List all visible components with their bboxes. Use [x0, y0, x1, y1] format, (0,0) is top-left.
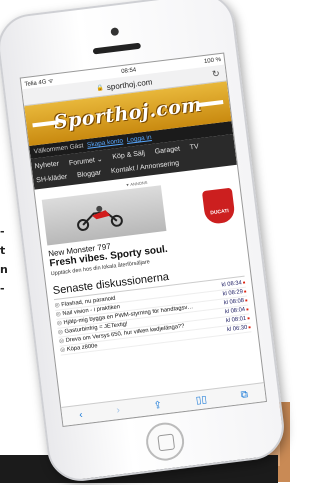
- home-button[interactable]: [143, 420, 187, 463]
- nav-item-news[interactable]: Nyheter: [34, 160, 59, 171]
- url-text: sporthoj.com: [106, 77, 153, 92]
- tabs-icon[interactable]: ⧉: [240, 389, 248, 401]
- speaker-icon: [92, 42, 142, 55]
- lock-icon: 🔒: [96, 84, 105, 92]
- page-content: ▼ ANNONS New Monster 797 Fresh vibes. Sp…: [34, 165, 257, 361]
- battery: 100 %: [203, 56, 222, 65]
- nav-item-clothes[interactable]: SH-kläder: [36, 174, 68, 185]
- phone: Telia 4G ᯤ 08:54 100 % 🔒 sporthoj.com ↻ …: [0, 0, 288, 485]
- reload-icon[interactable]: ↻: [211, 68, 220, 80]
- motorcycle-icon: [77, 205, 123, 231]
- camera-icon: [110, 27, 120, 37]
- nav-item-garage[interactable]: Garaget: [154, 146, 180, 157]
- browser-toolbar: ‹ › ⇪ ▯▯ ⧉: [61, 382, 266, 426]
- login-link[interactable]: Logga in: [126, 134, 152, 144]
- nav-item-forum[interactable]: Forumet ⌄: [69, 155, 103, 167]
- phone-screen: Telia 4G ᯤ 08:54 100 % 🔒 sporthoj.com ↻ …: [19, 52, 268, 427]
- back-icon[interactable]: ‹: [79, 409, 84, 420]
- nav-item-blogs[interactable]: Bloggar: [77, 169, 102, 179]
- forward-icon[interactable]: ›: [116, 404, 121, 415]
- side-text-line: n: [0, 263, 8, 276]
- bookmarks-icon[interactable]: ▯▯: [195, 394, 207, 406]
- side-text: - t n -: [0, 222, 20, 298]
- side-text-line: -: [0, 225, 5, 238]
- nav-item-tv[interactable]: TV: [189, 143, 199, 152]
- side-text-line: t: [0, 244, 6, 257]
- clock: 08:54: [120, 66, 137, 75]
- side-text-line: -: [0, 282, 5, 295]
- phone-body: Telia 4G ᯤ 08:54 100 % 🔒 sporthoj.com ↻ …: [0, 0, 288, 485]
- nav-item-buy-sell[interactable]: Köp & Sälj: [112, 150, 145, 162]
- share-icon[interactable]: ⇪: [153, 399, 163, 411]
- discussion-time: kl 06:30: [227, 324, 251, 333]
